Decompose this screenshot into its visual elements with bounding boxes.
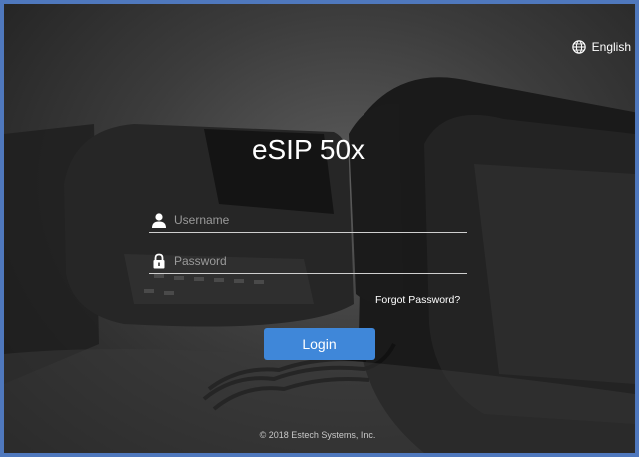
- username-input[interactable]: [174, 213, 454, 227]
- login-button[interactable]: Login: [264, 328, 375, 360]
- language-selector[interactable]: English: [571, 40, 631, 54]
- user-icon: [152, 213, 166, 228]
- forgot-password-link[interactable]: Forgot Password?: [375, 294, 460, 306]
- copyright-text: © 2018 Estech Systems, Inc.: [259, 430, 376, 440]
- login-page: English eSIP 50x Forgot Password? Login …: [0, 0, 639, 457]
- password-input[interactable]: [174, 254, 454, 268]
- lock-icon: [153, 253, 165, 269]
- copyright-footer: © 2018 Estech Systems, Inc.: [4, 430, 635, 440]
- username-field: [149, 208, 467, 233]
- app-title: eSIP 50x: [4, 134, 635, 166]
- app-title-text: eSIP 50x: [251, 134, 366, 165]
- password-field: [149, 249, 467, 274]
- language-label: English: [591, 40, 631, 54]
- globe-icon: [571, 40, 586, 54]
